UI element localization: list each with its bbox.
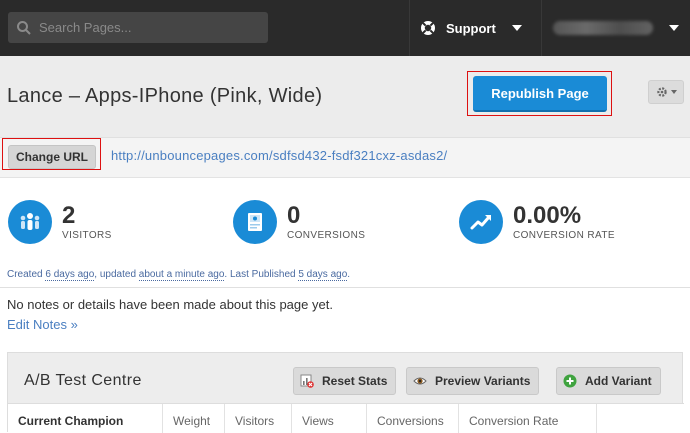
visitors-icon: [8, 200, 52, 244]
reset-stats-button[interactable]: Reset Stats: [293, 367, 397, 395]
page-url-link[interactable]: http://unbouncepages.com/sdfsd432-fsdf32…: [111, 148, 447, 163]
chevron-down-icon: [669, 25, 679, 31]
reset-stats-label: Reset Stats: [322, 374, 388, 388]
ab-test-centre-title: A/B Test Centre: [24, 372, 142, 389]
chevron-down-icon: [670, 90, 677, 94]
meta-text: , updated: [94, 269, 139, 280]
meta-text: Created: [7, 269, 46, 280]
column-header[interactable]: Conversions: [367, 404, 459, 433]
trend-up-icon: [459, 200, 503, 244]
eye-icon: [413, 377, 427, 385]
conversion-rate-stat: 0.00% CONVERSION RATE: [459, 200, 615, 244]
add-variant-label: Add Variant: [585, 374, 652, 388]
published-time-link[interactable]: 5 days ago: [298, 269, 348, 281]
divider: [541, 0, 542, 56]
meta-text: . Last Published: [224, 269, 299, 280]
page-header: Lance – Apps-IPhone (Pink, Wide) Republi…: [0, 56, 690, 138]
page-history-meta: Created 6 days ago, updated about a minu…: [7, 269, 351, 281]
column-header[interactable]: Weight: [163, 404, 225, 433]
ab-test-centre-panel: A/B Test Centre Reset Stats Preview Vari…: [7, 352, 684, 433]
add-variant-button[interactable]: Add Variant: [556, 367, 661, 395]
column-header-empty: [597, 404, 684, 433]
top-navigation-bar: Search Pages... Support: [0, 0, 690, 56]
column-header[interactable]: Conversion Rate: [459, 404, 597, 433]
conversion-rate-label: CONVERSION RATE: [513, 230, 615, 241]
search-pages-input[interactable]: Search Pages...: [8, 12, 268, 43]
chevron-down-icon: [511, 25, 522, 31]
divider: [0, 287, 690, 288]
column-header[interactable]: Views: [292, 404, 367, 433]
gear-icon: [656, 87, 667, 97]
support-menu[interactable]: Support: [420, 0, 522, 56]
republish-page-button[interactable]: Republish Page: [473, 76, 607, 112]
redacted-username: [553, 21, 653, 35]
visitors-label: VISITORS: [62, 230, 112, 241]
divider: [409, 0, 410, 56]
page-title: Lance – Apps-IPhone (Pink, Wide): [7, 85, 323, 107]
preview-variants-label: Preview Variants: [435, 374, 531, 388]
search-icon: [17, 21, 31, 35]
visitors-stat: 2 VISITORS: [8, 200, 112, 244]
column-header[interactable]: Current Champion: [8, 404, 163, 433]
column-header[interactable]: Visitors: [225, 404, 292, 433]
visitors-count: 2: [62, 202, 76, 229]
url-row: Change URL http://unbouncepages.com/sdfs…: [0, 138, 690, 178]
preview-variants-button[interactable]: Preview Variants: [406, 367, 540, 395]
conversions-icon: [233, 200, 277, 244]
edit-notes-link[interactable]: Edit Notes »: [7, 317, 78, 332]
lifebuoy-icon: [421, 21, 435, 35]
conversions-stat: 0 CONVERSIONS: [233, 200, 365, 244]
created-time-link[interactable]: 6 days ago: [45, 269, 95, 281]
change-url-button[interactable]: Change URL: [8, 145, 96, 169]
user-menu[interactable]: [553, 0, 679, 56]
add-icon: [563, 374, 577, 388]
meta-text: .: [347, 269, 351, 280]
notes-text: No notes or details have been made about…: [7, 297, 333, 312]
support-label: Support: [446, 20, 496, 36]
search-placeholder: Search Pages...: [39, 20, 132, 35]
settings-dropdown-button[interactable]: [648, 80, 684, 104]
variants-table-header: Current Champion Weight Visitors Views C…: [8, 403, 684, 433]
conversion-rate-value: 0.00%: [513, 202, 582, 229]
conversions-count: 0: [287, 202, 301, 229]
conversions-label: CONVERSIONS: [287, 230, 366, 241]
updated-time-link[interactable]: about a minute ago: [138, 269, 225, 281]
reset-stats-icon: [300, 374, 314, 388]
